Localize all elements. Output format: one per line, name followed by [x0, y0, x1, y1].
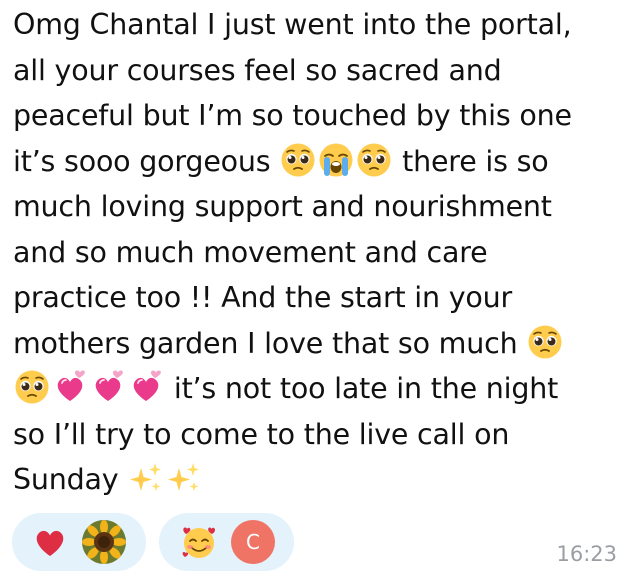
red-heart-icon	[32, 524, 68, 560]
two-hearts-icon	[128, 369, 164, 405]
message-line: it’s not too late in the night	[13, 366, 628, 412]
message-line: it’s sooo gorgeous there is so	[13, 139, 628, 185]
message-line: mothers garden I love that so much	[13, 321, 628, 367]
message-fragment: mothers garden I love that so much	[13, 326, 518, 360]
message-line: all your courses feel so sacred and	[13, 53, 502, 87]
message-line: Sunday	[13, 457, 628, 503]
message-line: practice too !! And the start in your	[13, 281, 513, 314]
two-hearts-icon	[52, 369, 88, 405]
reaction-smiling-face-with-hearts[interactable]: C	[159, 513, 294, 571]
message-text: Omg Chantal I just went into the portal,…	[13, 2, 628, 503]
loudly-crying-face-icon	[318, 142, 354, 178]
message-fragment: it’s sooo gorgeous	[13, 144, 271, 178]
smiling-face-with-hearts-icon	[181, 524, 217, 560]
message-line: Omg Chantal I just went into the portal,	[13, 8, 572, 41]
pleading-face-icon	[14, 369, 50, 405]
pleading-face-icon	[527, 324, 563, 360]
message-fragment: it’s not too late in the night	[173, 372, 559, 405]
message-fragment: Sunday	[13, 463, 119, 496]
two-hearts-icon	[90, 369, 126, 405]
pleading-face-icon	[356, 142, 392, 178]
message-fragment: there is so	[402, 144, 549, 178]
sunflower-avatar[interactable]	[82, 520, 126, 564]
sparkles-icon	[166, 460, 202, 496]
message-timestamp: 16:23	[556, 542, 617, 566]
message-line: and so much movement and care	[13, 235, 488, 269]
reaction-red-heart[interactable]	[12, 513, 146, 571]
message-bubble[interactable]: Omg Chantal I just went into the portal,…	[0, 0, 635, 584]
message-line: so I’ll try to come to the live call on	[13, 417, 510, 451]
message-line: peaceful but I’m so touched by this one	[13, 99, 572, 132]
pleading-face-icon	[280, 142, 316, 178]
message-line: much loving support and nourishment	[13, 190, 552, 223]
sparkles-icon	[128, 460, 164, 496]
reactor-avatar-c[interactable]: C	[231, 520, 275, 564]
